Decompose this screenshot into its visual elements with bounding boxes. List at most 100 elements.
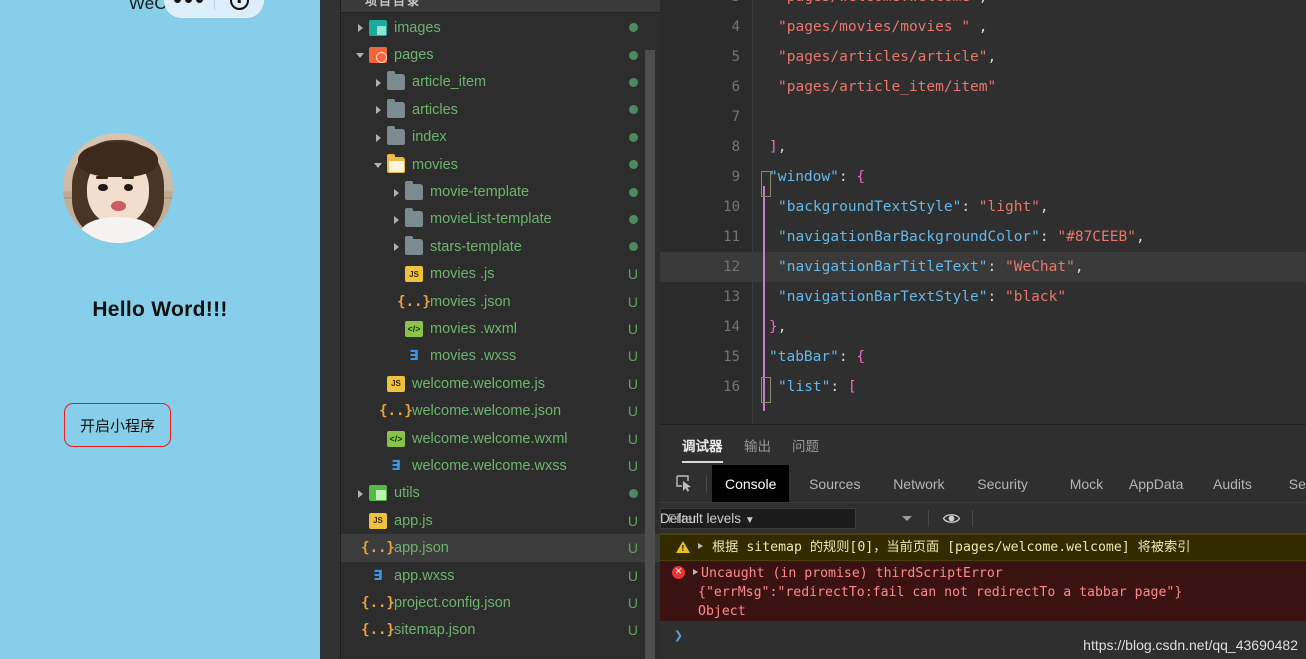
editor-line-8[interactable]: 8],	[660, 132, 1306, 162]
tree-item-movies-wxss[interactable]: ∃ movies .wxss U	[341, 343, 660, 370]
tree-item-movies[interactable]: movies	[341, 151, 660, 178]
pane-divider[interactable]	[320, 0, 341, 659]
file-tree-scrollbar[interactable]	[645, 50, 655, 659]
tree-item-articles[interactable]: articles	[341, 96, 660, 123]
devtools-tab-audits[interactable]: Audits	[1200, 465, 1265, 503]
tree-item-welcome-welcome-wxss[interactable]: ∃ welcome.welcome.wxss U	[341, 452, 660, 479]
tree-item-welcome-welcome-js[interactable]: JS welcome.welcome.js U	[341, 370, 660, 397]
chevron-right-icon[interactable]	[391, 186, 403, 198]
git-status-dot-icon	[629, 77, 638, 87]
no-chevron-spacer	[355, 570, 367, 582]
tree-item-images[interactable]: images	[341, 14, 660, 41]
chevron-right-icon[interactable]	[373, 104, 385, 116]
fold-box-open[interactable]	[761, 171, 771, 197]
tree-item-label: article_item	[412, 74, 487, 91]
tree-item-welcome-welcome-wxml[interactable]: </> welcome.welcome.wxml U	[341, 425, 660, 452]
tree-item-app-js[interactable]: JS app.js U	[341, 507, 660, 534]
devtools-tab-security[interactable]: Security	[964, 465, 1041, 503]
editor-line-4[interactable]: 4 "pages/movies/movies " ,	[660, 12, 1306, 42]
editor-line-9[interactable]: 9 "window": {	[660, 162, 1306, 192]
console-prompt-caret: ❯	[674, 626, 684, 644]
devtools-tab-console[interactable]: Console	[712, 465, 790, 503]
chevron-down-icon[interactable]	[373, 159, 385, 171]
devtools-tab-ser[interactable]: Ser	[1276, 465, 1306, 503]
no-chevron-spacer	[373, 378, 385, 390]
console-message-warn[interactable]: 根据 sitemap 的规则[0]，当前页面 [pages/welcome.we…	[660, 534, 1306, 561]
tree-item-movies-wxml[interactable]: </> movies .wxml U	[341, 315, 660, 342]
tree-item-movies-json[interactable]: {..} movies .json U	[341, 288, 660, 315]
no-chevron-spacer	[355, 515, 367, 527]
devtools-cn-tab-1[interactable]: 输出	[744, 435, 771, 455]
open-miniprogram-button[interactable]: 开启小程序	[64, 403, 171, 447]
capsule-button[interactable]	[164, 0, 264, 18]
line-code: "navigationBarBackgroundColor": "#87CEEB…	[778, 229, 1145, 245]
chevron-right-icon[interactable]	[373, 131, 385, 143]
error-circle-icon: ✕	[672, 566, 685, 579]
no-chevron-spacer	[391, 350, 403, 362]
editor-line-5[interactable]: 5 "pages/articles/article",	[660, 42, 1306, 72]
chevron-down-icon[interactable]	[902, 516, 912, 521]
editor-line-3[interactable]: 3 "pages/welcome.welcome",	[660, 0, 1306, 12]
chevron-right-icon[interactable]	[355, 487, 367, 499]
devtools-tab-appdata[interactable]: AppData	[1116, 465, 1196, 503]
tree-item-welcome-welcome-json[interactable]: {..} welcome.welcome.json U	[341, 397, 660, 424]
devtools-cn-tab-0[interactable]: 调试器	[682, 435, 723, 463]
tree-item-movie-template[interactable]: movie-template	[341, 178, 660, 205]
editor-line-13[interactable]: 13 "navigationBarTextStyle": "black"	[660, 282, 1306, 312]
tree-item-label: app.wxss	[394, 567, 455, 584]
live-expression-eye-icon[interactable]	[942, 510, 961, 532]
code-editor[interactable]: 3 "pages/welcome.welcome", 4 "pages/movies/…	[660, 0, 1306, 424]
chevron-right-icon[interactable]	[355, 22, 367, 34]
devtools-topbar: 调试器 输出 问题	[660, 424, 1306, 465]
capsule-menu-button[interactable]	[164, 0, 214, 5]
editor-line-6[interactable]: 6 "pages/article_item/item"	[660, 72, 1306, 102]
expand-arrow-icon[interactable]	[693, 569, 698, 575]
target-circle-icon	[229, 0, 249, 10]
folder-open-icon	[387, 153, 405, 173]
tree-item-app-wxss[interactable]: ∃ app.wxss U	[341, 562, 660, 589]
fold-box-close[interactable]	[761, 377, 771, 403]
tree-item-utils[interactable]: utils	[341, 480, 660, 507]
devtools-tab-sources[interactable]: Sources	[796, 465, 873, 503]
tree-item-label: project.config.json	[394, 594, 511, 611]
git-status-badge: U	[627, 293, 638, 310]
tree-item-index[interactable]: index	[341, 124, 660, 151]
editor-line-12[interactable]: 12 "navigationBarTitleText": "WeChat",	[660, 252, 1306, 282]
tree-item-article_item[interactable]: article_item	[341, 69, 660, 96]
chevron-right-icon[interactable]	[373, 76, 385, 88]
editor-line-14[interactable]: 14},	[660, 312, 1306, 342]
tree-item-project-config-json[interactable]: {..} project.config.json U	[341, 589, 660, 616]
line-number: 16	[723, 379, 740, 395]
expand-arrow-icon[interactable]	[698, 543, 703, 549]
devtools-tab-mock[interactable]: Mock	[1057, 465, 1116, 503]
tree-item-stars-template[interactable]: stars-template	[341, 233, 660, 260]
tree-item-label: images	[394, 19, 441, 36]
chevron-right-icon[interactable]	[391, 241, 403, 253]
chevron-down-icon[interactable]	[355, 49, 367, 61]
tree-item-label: movieList-template	[430, 211, 552, 228]
warning-triangle-icon	[676, 541, 690, 553]
tree-item-pages[interactable]: pages	[341, 41, 660, 68]
inspect-element-icon[interactable]	[676, 475, 695, 492]
json-icon: {..}	[379, 403, 413, 420]
tree-item-movies-js[interactable]: JS movies .js U	[341, 261, 660, 288]
capsule-close-button[interactable]	[215, 0, 265, 10]
tree-item-movielist-template[interactable]: movieList-template	[341, 206, 660, 233]
editor-line-7[interactable]: 7	[660, 102, 1306, 132]
devtools-tab-network[interactable]: Network	[880, 465, 957, 503]
file-tree-header: 项目目录	[341, 0, 660, 12]
wxss-icon: ∃	[373, 567, 383, 584]
editor-line-10[interactable]: 10 "backgroundTextStyle": "light",	[660, 192, 1306, 222]
editor-line-16[interactable]: 16 "list": [	[660, 372, 1306, 402]
devtools-cn-tab-2[interactable]: 问题	[792, 435, 819, 455]
editor-line-11[interactable]: 11 "navigationBarBackgroundColor": "#87CE…	[660, 222, 1306, 252]
console-levels-selector[interactable]: Default levels ▼	[660, 503, 755, 534]
tree-item-sitemap-json[interactable]: {..} sitemap.json U	[341, 617, 660, 644]
editor-line-15[interactable]: 15 "tabBar": {	[660, 342, 1306, 372]
chevron-right-icon[interactable]	[391, 213, 403, 225]
git-status-badge: U	[627, 512, 638, 529]
hello-text: Hello Word!!!	[92, 298, 228, 321]
console-message-error[interactable]: ✕ Uncaught (in promise) thirdScriptError {…	[660, 561, 1306, 626]
js-icon: JS	[405, 266, 423, 283]
tree-item-app-json[interactable]: {..} app.json U	[341, 534, 660, 562]
